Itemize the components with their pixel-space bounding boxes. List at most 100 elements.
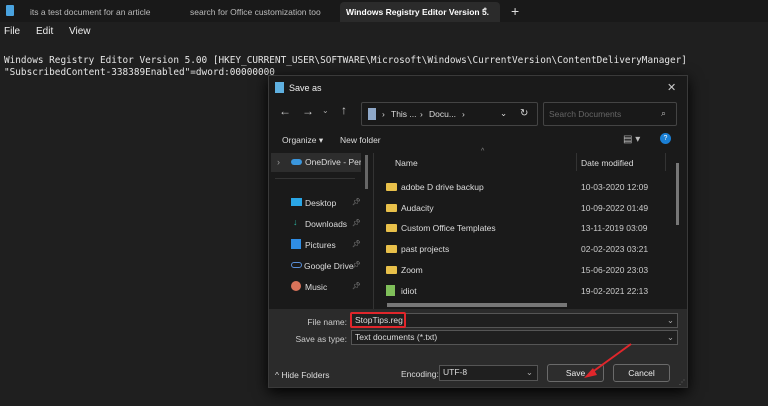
breadcrumb-documents[interactable]: Docu... bbox=[429, 109, 456, 119]
unsaved-dot-icon[interactable]: ● bbox=[483, 6, 487, 13]
file-date: 19-02-2021 22:13 bbox=[581, 285, 649, 296]
file-name: Custom Office Templates bbox=[401, 223, 496, 234]
file-date: 02-02-2023 03:21 bbox=[581, 244, 649, 255]
editor-line: Windows Registry Editor Version 5.00 [HK… bbox=[4, 55, 687, 66]
column-header-date[interactable]: Date modified bbox=[581, 158, 633, 168]
pin-icon: 📌︎ bbox=[352, 220, 361, 227]
pin-icon: 📌︎ bbox=[352, 199, 361, 206]
close-button[interactable]: ✕ bbox=[667, 81, 676, 94]
chevron-down-icon[interactable]: ⌄ bbox=[667, 331, 674, 344]
file-row[interactable]: past projects 02-02-2023 03:21 bbox=[374, 240, 674, 258]
encoding-select[interactable]: UTF-8 ⌄ bbox=[439, 365, 538, 381]
file-name: adobe D drive backup bbox=[401, 182, 484, 192]
column-divider[interactable] bbox=[576, 153, 577, 171]
nav-item-downloads[interactable]: Downloads bbox=[305, 219, 347, 229]
file-name: idiot bbox=[401, 285, 417, 296]
tab-1[interactable]: its a test document for an article bbox=[24, 2, 174, 22]
crumb-sep: › bbox=[462, 109, 465, 119]
expand-chevron-icon[interactable]: › bbox=[277, 157, 280, 167]
file-row[interactable]: adobe D drive backup 10-03-2020 12:09 bbox=[374, 178, 674, 196]
file-date: 15-06-2020 23:03 bbox=[581, 264, 649, 275]
nav-item-onedrive[interactable]: › OneDrive - Perso bbox=[271, 153, 361, 172]
notepad-icon bbox=[275, 82, 284, 93]
annotation-arrow bbox=[584, 343, 632, 378]
file-row[interactable]: Custom Office Templates 13-11-2019 03:09 bbox=[374, 219, 674, 237]
new-tab-button[interactable]: + bbox=[511, 3, 519, 19]
resize-grip-icon[interactable]: ⋰ bbox=[679, 379, 685, 386]
download-icon: ↓ bbox=[293, 217, 298, 227]
cloud-icon bbox=[291, 159, 302, 165]
crumb-sep: › bbox=[420, 109, 423, 119]
file-row[interactable]: idiot 19-02-2021 22:13 bbox=[374, 282, 674, 300]
refresh-icon[interactable]: ↻ bbox=[520, 108, 528, 119]
tab-2[interactable]: search for Office customization too bbox=[184, 2, 334, 22]
file-date: 10-09-2022 01:49 bbox=[581, 202, 649, 213]
new-folder-button[interactable]: New folder bbox=[340, 135, 381, 145]
back-button[interactable]: ← bbox=[279, 104, 291, 118]
desktop-icon bbox=[291, 198, 302, 206]
pictures-icon bbox=[291, 239, 301, 249]
forward-button[interactable]: → bbox=[302, 104, 314, 118]
nav-item-pictures[interactable]: Pictures bbox=[305, 240, 336, 250]
crumb-sep: › bbox=[382, 109, 385, 119]
file-row[interactable]: Zoom 15-06-2020 23:03 bbox=[374, 261, 674, 279]
column-header-name[interactable]: Name bbox=[395, 158, 418, 168]
folder-icon bbox=[386, 224, 397, 233]
dialog-title: Save as bbox=[289, 83, 322, 93]
pin-icon: 📌︎ bbox=[352, 241, 361, 248]
annotation-highlight-box bbox=[350, 312, 406, 328]
pin-icon: 📌︎ bbox=[352, 283, 361, 290]
folder-icon bbox=[386, 183, 397, 191]
chevron-down-icon: ⌄ bbox=[525, 367, 533, 377]
tab-active[interactable]: Windows Registry Editor Version 5. bbox=[340, 2, 500, 22]
address-bar[interactable]: › This ... › Docu... › ⌄ ↻ bbox=[361, 102, 538, 126]
menu-file[interactable]: File bbox=[4, 26, 20, 37]
search-box[interactable]: Search Documents ⌕ bbox=[543, 102, 677, 126]
menu-view[interactable]: View bbox=[69, 26, 91, 37]
file-date: 13-11-2019 03:09 bbox=[581, 223, 648, 234]
nav-item-desktop[interactable]: Desktop bbox=[305, 198, 336, 208]
file-date: 10-03-2020 12:09 bbox=[581, 182, 649, 192]
encoding-label: Encoding: bbox=[401, 369, 439, 379]
save-as-type-label: Save as type: bbox=[295, 334, 347, 344]
horizontal-scrollbar[interactable] bbox=[387, 303, 567, 307]
vertical-scrollbar[interactable] bbox=[676, 163, 679, 225]
file-name: past projects bbox=[401, 244, 450, 255]
hide-folders-label: Hide Folders bbox=[281, 370, 330, 380]
folder-icon bbox=[386, 203, 397, 212]
file-name: Zoom bbox=[401, 264, 423, 275]
folder-icon bbox=[386, 245, 397, 254]
notepad-icon bbox=[6, 5, 14, 16]
up-button[interactable]: ↑ bbox=[341, 103, 347, 117]
encoding-value: UTF-8 bbox=[443, 367, 468, 377]
search-icon: ⌕ bbox=[661, 108, 667, 118]
file-list: ^ Name Date modified adobe D drive backu… bbox=[374, 148, 687, 309]
column-divider[interactable] bbox=[665, 153, 666, 171]
search-input[interactable]: Search Documents bbox=[549, 109, 621, 119]
recent-chevron-icon[interactable]: ⌄ bbox=[322, 106, 329, 115]
file-name: Audacity bbox=[401, 202, 434, 213]
file-row[interactable]: Audacity 10-09-2022 01:49 bbox=[374, 199, 674, 217]
menu-bar bbox=[0, 22, 768, 44]
hide-folders-button[interactable]: ^ Hide Folders bbox=[275, 370, 330, 380]
navigation-pane: › OneDrive - Perso Desktop ↓ Downloads P… bbox=[269, 153, 373, 309]
help-icon[interactable]: ? bbox=[660, 133, 671, 144]
divider bbox=[275, 178, 355, 179]
nav-item-google-drive[interactable]: Google Drive bbox=[304, 261, 354, 271]
sort-ascending-icon: ^ bbox=[481, 148, 485, 155]
nav-scrollbar[interactable] bbox=[365, 155, 368, 189]
documents-icon bbox=[368, 108, 376, 120]
music-icon bbox=[291, 281, 301, 291]
breadcrumb-this-pc[interactable]: This ... bbox=[391, 109, 417, 119]
image-file-icon bbox=[386, 284, 395, 296]
file-name-label: File name: bbox=[307, 317, 347, 327]
organize-button[interactable]: Organize ▾ bbox=[282, 135, 323, 146]
nav-item-music[interactable]: Music bbox=[305, 282, 327, 292]
address-dropdown-icon[interactable]: ⌄ bbox=[500, 108, 507, 119]
view-options-icon[interactable]: ▤ ▾ bbox=[623, 134, 640, 145]
menu-edit[interactable]: Edit bbox=[36, 26, 53, 37]
tab-label: Windows Registry Editor Version 5. bbox=[346, 7, 490, 17]
save-as-dialog: Save as ✕ ← → ⌄ ↑ › This ... › Docu... ›… bbox=[268, 75, 688, 388]
nav-label: OneDrive - Perso bbox=[305, 157, 361, 167]
chevron-down-icon[interactable]: ⌄ bbox=[667, 314, 674, 327]
